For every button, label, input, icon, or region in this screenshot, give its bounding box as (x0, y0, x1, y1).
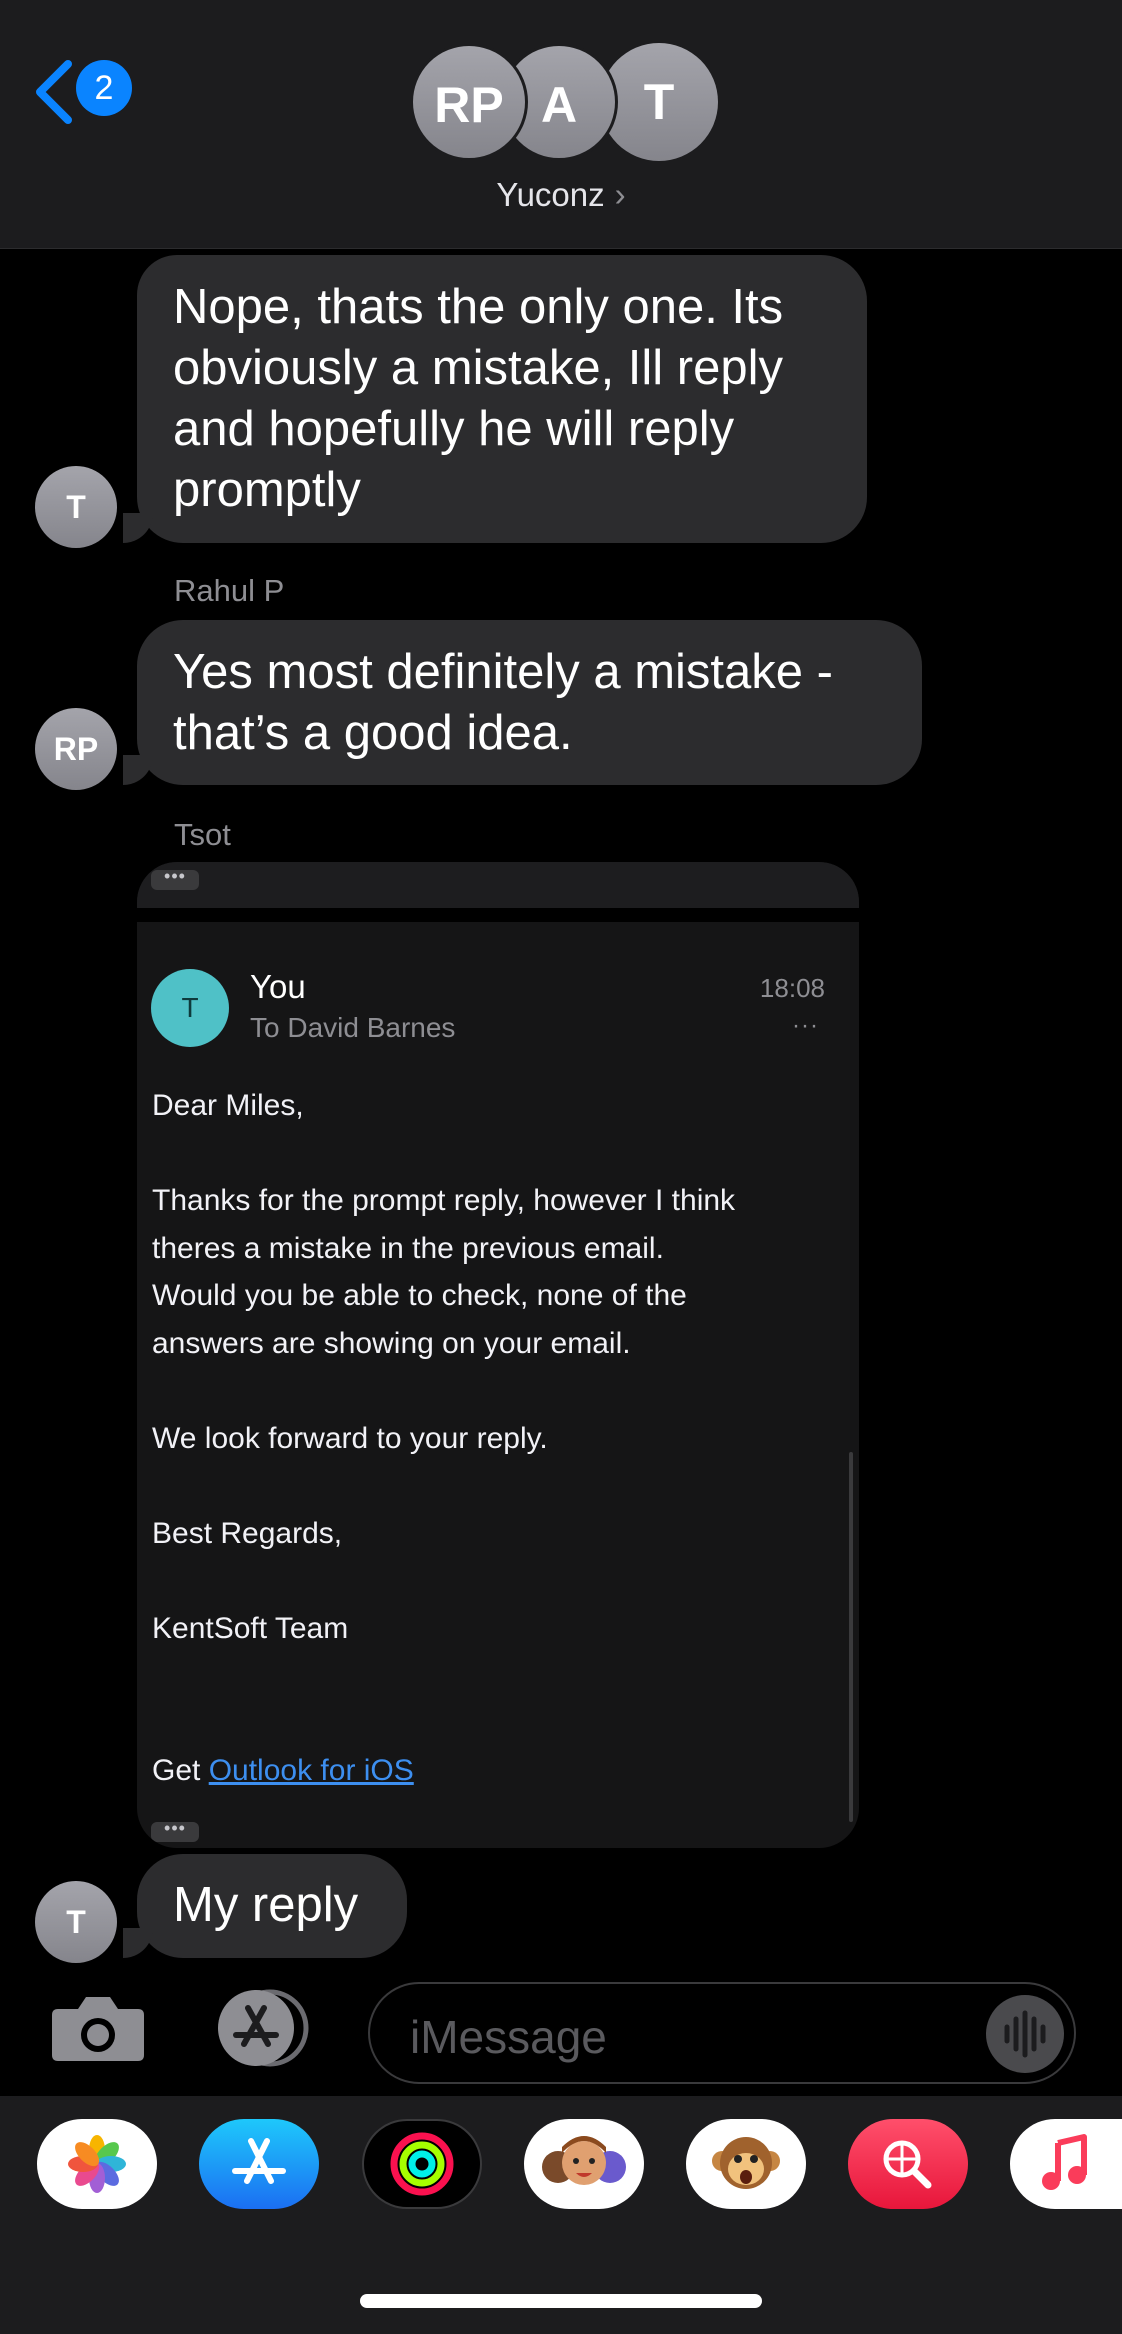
message-text-line: promptly (173, 463, 361, 517)
back-button[interactable]: 2 (34, 58, 144, 124)
message-text-line: Yes most definitely a mistake - (173, 645, 833, 699)
message-text-line: obviously a mistake, Ill reply (173, 341, 784, 395)
email-footer: Get Outlook for iOS (152, 1747, 832, 1795)
message-bubble[interactable]: My reply (137, 1854, 407, 1958)
imessage-placeholder: iMessage (410, 2011, 607, 2063)
avatar: T (151, 969, 229, 1047)
more-dots-icon[interactable]: ••• (151, 867, 199, 890)
chevron-left-icon (36, 60, 72, 124)
email-line: theres a mistake in the previous email. (152, 1231, 664, 1265)
message-text-line: Nope, thats the only one. Its (173, 280, 784, 334)
sender-name: Rahul P (174, 573, 285, 608)
app-store-button[interactable] (208, 1988, 318, 2068)
bubble-tail (123, 1928, 153, 1958)
chevron-right-icon: › (614, 176, 626, 213)
waveform-icon (1004, 2010, 1046, 2058)
email-line: answers are showing on your email. (152, 1326, 631, 1360)
email-signature: KentSoft Team (152, 1611, 349, 1645)
app-store-icon (218, 1989, 309, 2067)
avatar: RP (410, 43, 528, 161)
home-indicator[interactable] (360, 2294, 762, 2308)
music-app-icon[interactable] (1010, 2119, 1122, 2209)
message-text-line: and hopefully he will reply (173, 402, 735, 456)
message-bubble[interactable]: Nope, thats the only one. Its obviously … (137, 255, 867, 543)
activity-app-icon[interactable] (362, 2119, 482, 2209)
ellipsis-icon[interactable]: ··· (792, 1012, 819, 1040)
email-greeting: Dear Miles, (152, 1089, 304, 1122)
conversation-header: 2 RP A T Yuconz › (0, 0, 1122, 249)
audio-record-button[interactable] (986, 1995, 1064, 2073)
app-store-app-icon[interactable] (199, 2119, 319, 2209)
email-body: Dear Miles, Thanks for the prompt reply,… (152, 1082, 832, 1795)
email-line: Thanks for the prompt reply, however I t… (152, 1184, 736, 1217)
animoji-app-icon[interactable] (686, 2119, 806, 2209)
outlook-link[interactable]: Outlook for iOS (209, 1754, 414, 1787)
message-text-line: that’s a good idea. (173, 706, 573, 760)
sender-avatar[interactable]: T (35, 1881, 117, 1963)
shared-email-card[interactable]: ••• T You To David Barnes 18:08 ··· Dear… (137, 862, 859, 1848)
bubble-tail (123, 755, 153, 785)
camera-icon[interactable] (50, 1993, 146, 2063)
memoji-app-icon[interactable] (524, 2119, 644, 2209)
email-top-strip (137, 862, 859, 922)
sender-name: Tsot (174, 817, 231, 852)
photos-app-icon[interactable] (37, 2119, 157, 2209)
message-text: My reply (173, 1878, 359, 1932)
group-avatars[interactable]: RP A T (410, 43, 718, 163)
email-time: 18:08 (759, 973, 825, 1003)
group-name: Yuconz (496, 176, 605, 213)
email-regards: Best Regards, (152, 1516, 343, 1550)
imessage-input[interactable]: iMessage (368, 1982, 1076, 2084)
more-dots-icon[interactable]: ••• (151, 1819, 199, 1842)
web-search-app-icon[interactable] (848, 2119, 968, 2209)
message-bubble[interactable]: Yes most definitely a mistake - that’s a… (137, 620, 922, 785)
sender-avatar[interactable]: RP (35, 708, 117, 790)
email-closing: We look forward to your reply. (152, 1421, 548, 1455)
unread-count-badge: 2 (76, 60, 132, 116)
email-from: You (250, 968, 306, 1005)
email-line: Would you be able to check, none of the (152, 1279, 687, 1312)
input-bar: iMessage (0, 1966, 1122, 2096)
sender-avatar[interactable]: T (35, 466, 117, 548)
email-recipient: To David Barnes (250, 1012, 456, 1043)
bubble-tail (123, 513, 153, 543)
group-name-button[interactable]: Yuconz › (0, 176, 1122, 214)
email-footer-prefix: Get (152, 1754, 209, 1787)
email-scrollbar[interactable] (849, 1452, 853, 1822)
